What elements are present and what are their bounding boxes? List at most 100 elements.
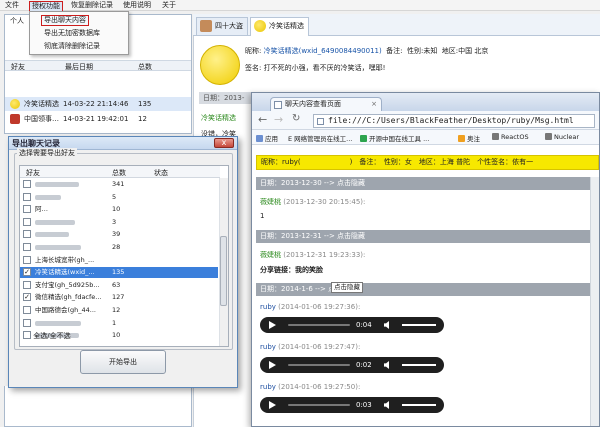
- tab-forty-thieves[interactable]: 四十大盗: [196, 17, 248, 35]
- grid-scroll-thumb[interactable]: [220, 236, 227, 306]
- friend-name: 支付宝(gh_5d925b...: [35, 280, 100, 289]
- play-icon[interactable]: [269, 401, 276, 409]
- profile-banner: 昵称：ruby( ) 备注： 性别：女 地区：上海 普陀 个性签名：依有一: [256, 155, 599, 170]
- tab-cold-jokes[interactable]: 冷笑话精选: [250, 17, 309, 36]
- friend-checkbox[interactable]: [23, 205, 31, 214]
- audio-progress[interactable]: [288, 324, 350, 326]
- bookmark-apps[interactable]: 应用: [256, 133, 278, 143]
- col-friend[interactable]: 好友: [11, 62, 25, 72]
- export-friend-row[interactable]: ✓ 冷笑话精选(wxid_... 135: [20, 267, 218, 278]
- audio-progress[interactable]: [288, 404, 350, 406]
- col-last-date[interactable]: 最后日期: [65, 62, 93, 72]
- close-button[interactable]: x: [214, 138, 234, 148]
- volume-slider[interactable]: [402, 324, 436, 326]
- folder-icon: [545, 133, 552, 140]
- audio-progress[interactable]: [288, 364, 350, 366]
- friend-row[interactable]: 冷笑话精选 14-03-22 21:14:46 135: [5, 97, 191, 111]
- group-label: 选择需要导出好友: [17, 148, 77, 158]
- volume-slider[interactable]: [402, 364, 436, 366]
- friend-checkbox[interactable]: [23, 280, 31, 289]
- menu-export-chat[interactable]: 导出聊天内容: [41, 15, 89, 26]
- browser-tab[interactable]: 聊天内容查看页面 ×: [270, 97, 382, 111]
- export-friend-row[interactable]: 中国路德会(gh_44... 12: [20, 305, 218, 316]
- date-toggle-row[interactable]: 日期：2013-12-31 --> 点击隐藏: [256, 230, 599, 243]
- forward-icon[interactable]: →: [274, 113, 283, 126]
- friend-checkbox[interactable]: [23, 306, 31, 314]
- export-friend-row[interactable]: 1: [20, 318, 218, 329]
- friend-checkbox[interactable]: [23, 230, 31, 239]
- friend-checkbox[interactable]: [23, 243, 31, 251]
- export-friend-row[interactable]: 上海长城宽带(gh_...: [20, 255, 218, 266]
- friend-row[interactable]: 中国领事… 14-03-21 19:42:01 12: [5, 112, 191, 126]
- grid-col-friend[interactable]: 好友: [26, 168, 40, 178]
- friend-count: 341: [112, 180, 125, 188]
- select-all-toggle[interactable]: 全选/全不选: [23, 330, 71, 341]
- friend-checkbox[interactable]: [23, 217, 31, 226]
- friend-checkbox[interactable]: ✓: [23, 293, 31, 302]
- bookmark-oschina[interactable]: 开源中国在线工具 ...: [360, 133, 429, 143]
- play-icon[interactable]: [269, 361, 276, 369]
- star-icon: [458, 135, 465, 142]
- avatar-icon: [200, 20, 212, 32]
- date-toggle-row[interactable]: 日期：2014-1-6 --> 点击隐藏: [256, 283, 599, 296]
- friend-checkbox[interactable]: ✓: [23, 268, 31, 277]
- friend-checkbox[interactable]: [23, 318, 31, 327]
- start-export-button[interactable]: 开始导出: [80, 350, 166, 374]
- export-friend-row[interactable]: 3: [20, 217, 218, 228]
- friend-list-header: 好友 最后日期 总数: [5, 60, 191, 71]
- grid-col-status[interactable]: 状态: [154, 168, 168, 178]
- bookmark-follow[interactable]: 奥注: [458, 133, 480, 143]
- friend-checkbox[interactable]: [23, 192, 31, 201]
- back-icon[interactable]: ←: [258, 113, 267, 126]
- chat-date-row[interactable]: 日期：2013-: [199, 92, 259, 104]
- export-friend-row[interactable]: 39: [20, 229, 218, 240]
- profile-line-1: 昵称: 冷笑话精选(wxid_6490084490011) 备注: 性别:未知 …: [245, 47, 489, 55]
- menu-help[interactable]: 使用说明: [121, 1, 153, 10]
- message-header: ruby (2014-01-06 19:27:50):: [260, 383, 361, 391]
- browser-titlebar: 聊天内容查看页面 ×: [252, 93, 599, 111]
- volume-icon[interactable]: [384, 361, 389, 369]
- export-friend-grid: 好友 总数 状态 341 5 阿… 10 3 39 28 上海长城宽带(gh_... ✓ 冷笑话精…: [19, 165, 229, 347]
- volume-icon[interactable]: [384, 401, 389, 409]
- audio-player[interactable]: 0:03: [260, 397, 444, 413]
- bookmark-netadmin[interactable]: E 网络管理员在线工...: [288, 133, 352, 143]
- export-friend-row[interactable]: 支付宝(gh_5d925b... 63: [20, 280, 218, 291]
- export-friend-row[interactable]: ✓ 微信精选(gh_fdacfe... 127: [20, 292, 218, 303]
- page-icon: [317, 118, 324, 125]
- redacted-name: [35, 232, 69, 238]
- redacted-name: [35, 320, 81, 326]
- date-toggle-row[interactable]: 日期：2013-12-30 --> 点击隐藏: [256, 177, 599, 190]
- grid-col-total[interactable]: 总数: [112, 168, 126, 178]
- bookmark-reactos[interactable]: ReactOS: [492, 133, 529, 141]
- friend-checkbox[interactable]: [23, 180, 31, 188]
- address-bar[interactable]: file:///C:/Users/BlackFeather/Desktop/ru…: [313, 114, 595, 128]
- menu-recover[interactable]: 恢复删除记录: [69, 1, 115, 10]
- volume-slider[interactable]: [402, 404, 436, 406]
- col-total[interactable]: 总数: [138, 62, 152, 72]
- export-friend-row[interactable]: 5: [20, 192, 218, 203]
- export-friend-row[interactable]: 阿… 10: [20, 204, 218, 215]
- audio-player[interactable]: 0:04: [260, 317, 444, 333]
- chick-icon: [10, 99, 20, 109]
- friend-name: 上海长城宽带(gh_...: [35, 255, 95, 264]
- friend-name: 阿…: [35, 205, 48, 214]
- volume-icon[interactable]: [384, 321, 389, 329]
- reload-icon[interactable]: ↻: [292, 113, 300, 124]
- export-friend-row[interactable]: 341: [20, 179, 218, 190]
- menu-clear-deleted[interactable]: 彻底清除删除记录: [44, 42, 100, 51]
- select-all-checkbox[interactable]: [23, 331, 31, 339]
- menu-file[interactable]: 文件: [3, 1, 21, 10]
- redacted-name: [35, 194, 61, 200]
- friend-name: 中国路德会(gh_44...: [35, 306, 97, 314]
- friend-name: 冷笑话精选(wxid_...: [35, 268, 95, 277]
- audio-player[interactable]: 0:02: [260, 357, 444, 373]
- bookmark-nuclear[interactable]: Nuclear: [545, 133, 579, 141]
- menu-about[interactable]: 关于: [160, 1, 178, 10]
- tab-close-icon[interactable]: ×: [371, 98, 377, 110]
- export-friend-row[interactable]: 28: [20, 242, 218, 253]
- play-icon[interactable]: [269, 321, 276, 329]
- friend-count: 3: [112, 217, 117, 226]
- page-scrollbar[interactable]: [590, 177, 599, 426]
- menu-export-db[interactable]: 导出无加密数据库: [44, 29, 100, 38]
- friend-checkbox[interactable]: [23, 255, 31, 264]
